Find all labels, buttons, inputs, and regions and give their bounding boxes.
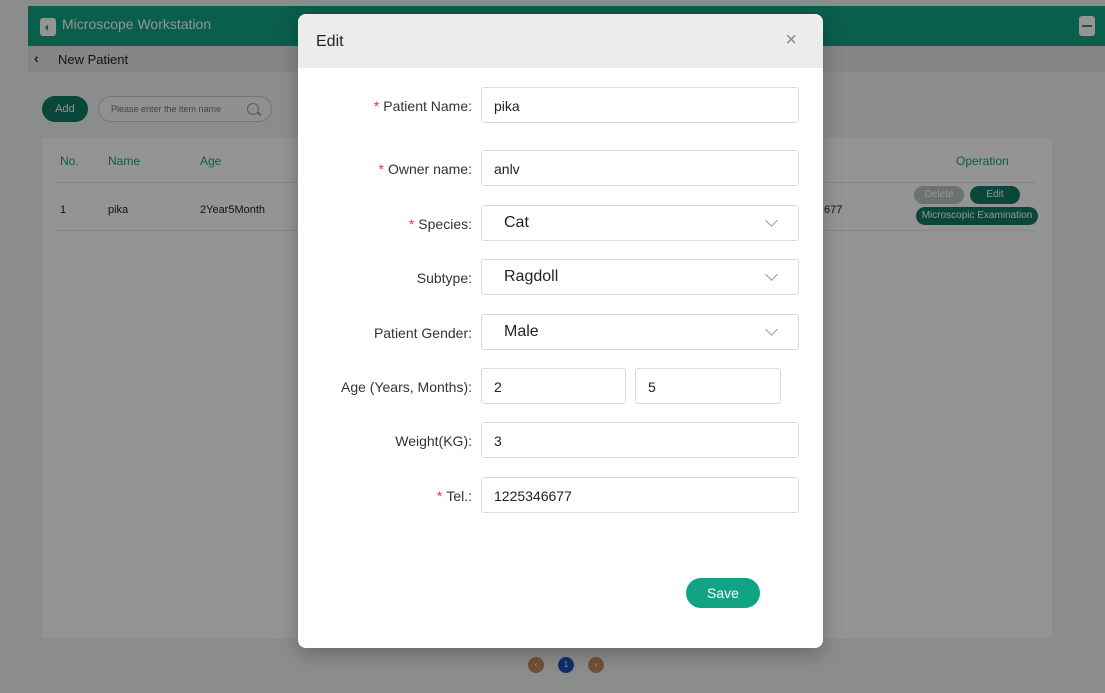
gender-label: Patient Gender: — [373, 325, 472, 341]
weight-label: Weight(KG): — [395, 433, 472, 449]
required-mark: * — [436, 488, 443, 504]
close-icon[interactable]: × — [785, 30, 797, 50]
species-select[interactable]: Cat — [481, 205, 799, 241]
screen: ◐ Microscope Workstation ‹ New Patient A… — [0, 0, 1105, 693]
chevron-down-icon[interactable] — [765, 214, 778, 227]
required-mark: * — [408, 216, 415, 232]
weight-field[interactable] — [481, 422, 799, 458]
gender-select[interactable]: Male — [481, 314, 799, 350]
owner-name-label-text: Owner name: — [387, 161, 472, 177]
gender-value: Male — [504, 323, 539, 340]
dialog-header: Edit × — [298, 14, 823, 68]
tel-field[interactable] — [481, 477, 799, 513]
save-button[interactable]: Save — [686, 578, 760, 608]
subtype-select[interactable]: Ragdoll — [481, 259, 799, 295]
owner-name-label: * Owner name: — [298, 161, 473, 177]
age-label: Age (Years, Months): — [341, 379, 472, 395]
owner-name-field[interactable] — [481, 150, 799, 186]
required-mark: * — [373, 98, 380, 114]
subtype-label: Subtype: — [416, 270, 472, 286]
owner-name-input[interactable] — [494, 160, 774, 178]
species-label-text: Species: — [418, 216, 472, 232]
species-label: * Species: — [298, 216, 472, 232]
species-value: Cat — [504, 214, 529, 231]
subtype-value: Ragdoll — [504, 268, 559, 285]
age-years-field[interactable] — [481, 368, 626, 404]
patient-name-label-text: Patient Name: — [383, 98, 472, 114]
chevron-down-icon[interactable] — [765, 268, 778, 281]
age-months-field[interactable] — [635, 368, 781, 404]
chevron-down-icon[interactable] — [765, 323, 778, 336]
dialog-title: Edit — [316, 33, 344, 50]
patient-name-field[interactable] — [481, 87, 799, 123]
age-months-input[interactable] — [648, 378, 768, 396]
required-mark: * — [378, 161, 384, 177]
patient-name-label: * Patient Name: — [298, 98, 472, 114]
tel-label-text: Tel.: — [446, 488, 472, 504]
age-years-input[interactable] — [494, 378, 614, 396]
edit-dialog: Edit × *Patient Name: *Owner name: *Spec… — [298, 14, 823, 648]
tel-input[interactable] — [494, 487, 774, 505]
weight-input[interactable] — [494, 432, 774, 450]
patient-name-input[interactable] — [494, 97, 774, 115]
tel-label: * Tel.: — [298, 488, 472, 504]
